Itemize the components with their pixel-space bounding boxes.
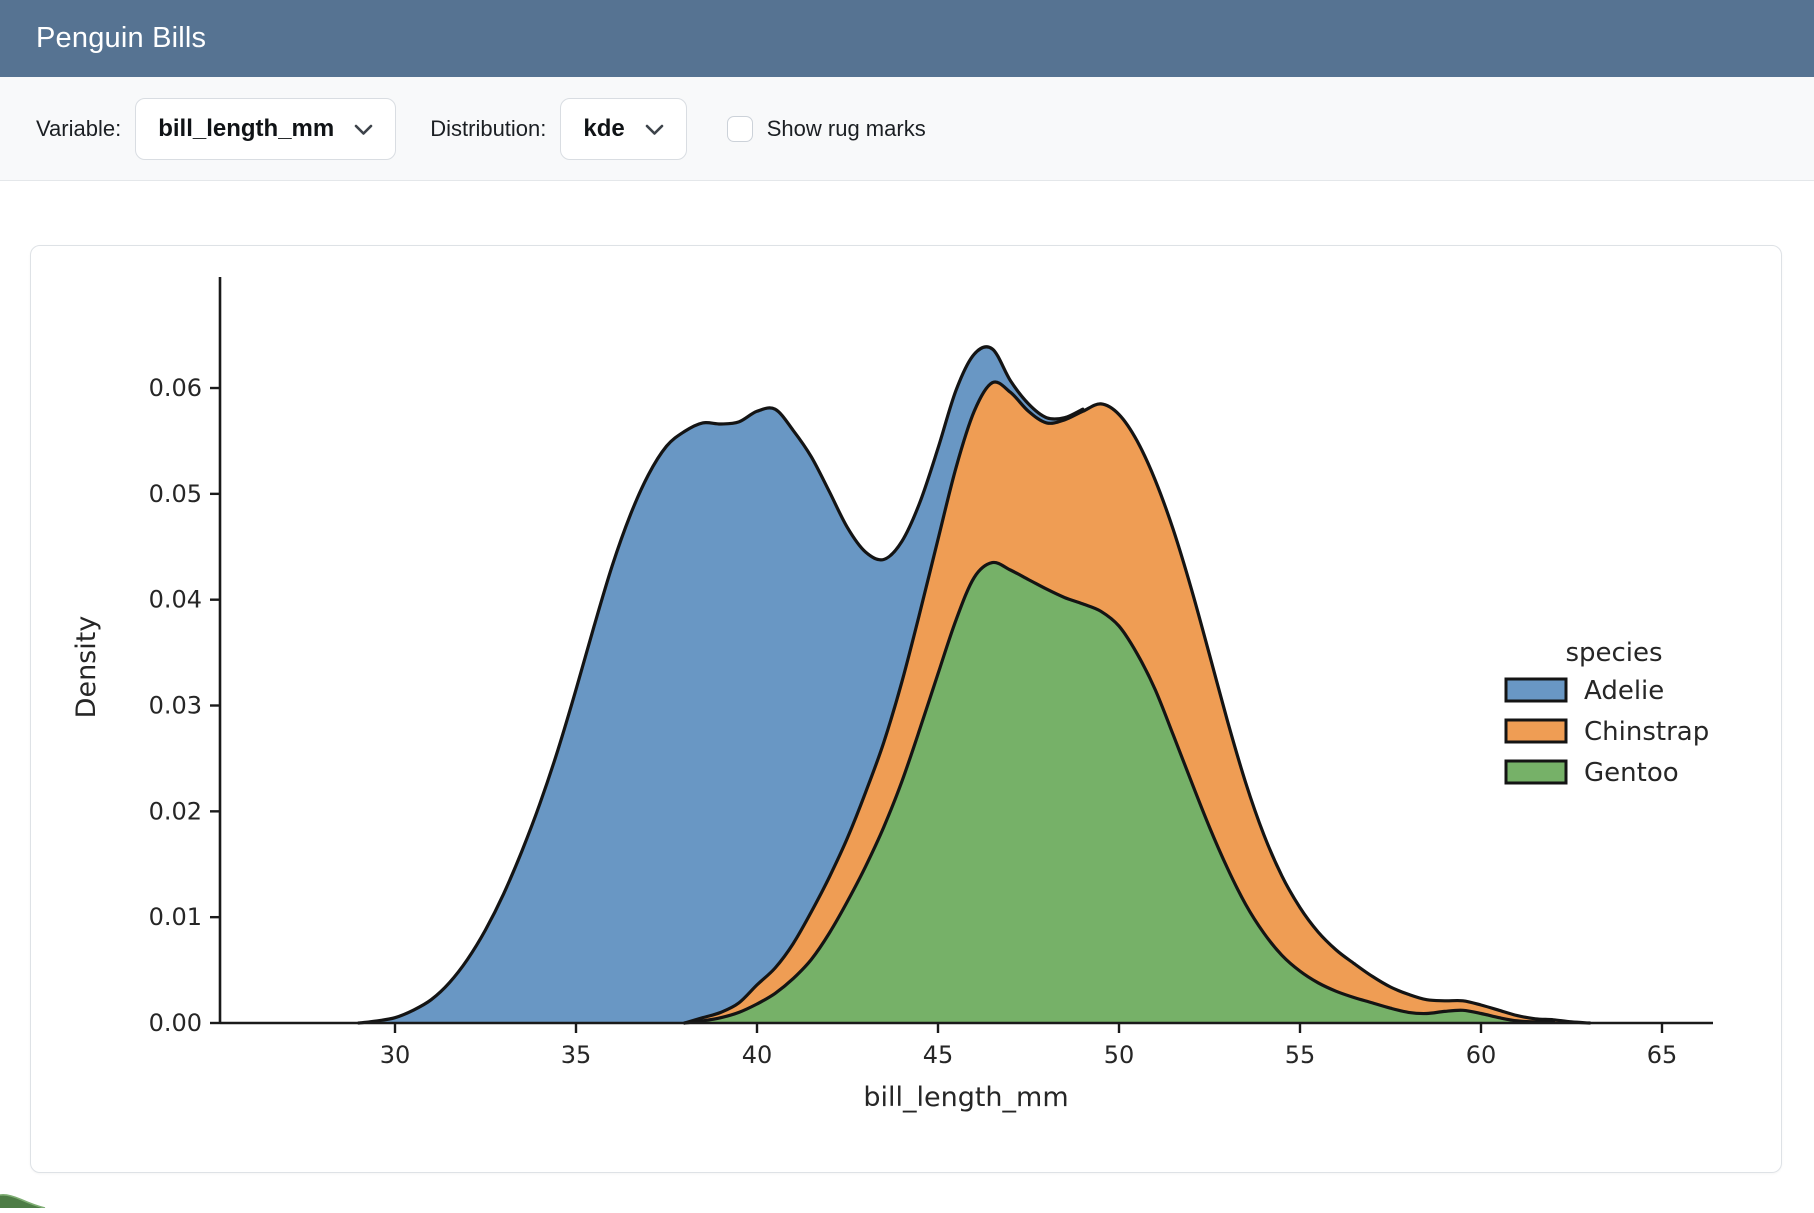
x-axis-label: bill_length_mm [863,1082,1068,1113]
kde-plot-svg: 30 35 40 45 50 55 60 65 0.00 0.01 0.02 0.03 0.04 0.05… [31,246,1781,1172]
x-tick-label: 45 [923,1041,954,1069]
legend-label-adelie: Adelie [1584,676,1664,706]
app-header: Penguin Bills [0,0,1814,77]
variable-label: Variable: [36,116,121,142]
page-title: Penguin Bills [36,22,206,55]
x-tick-label: 60 [1466,1041,1497,1069]
legend-label-gentoo: Gentoo [1584,758,1679,788]
distribution-label: Distribution: [430,116,546,142]
variable-select[interactable]: bill_length_mm [135,98,396,160]
rug-control: Show rug marks [727,116,926,142]
chevron-down-icon [645,124,664,136]
x-tick-label: 30 [380,1041,411,1069]
y-tick-label: 0.02 [149,797,202,825]
legend-swatch-chinstrap [1506,720,1566,742]
x-tick-label: 35 [561,1041,592,1069]
y-axis-label: Density [71,616,102,719]
corner-decoration [0,1184,70,1208]
legend-swatch-adelie [1506,679,1566,701]
y-tick-label: 0.03 [149,692,202,720]
show-rug-label: Show rug marks [767,116,926,142]
x-tick-label: 55 [1285,1041,1316,1069]
y-tick-label: 0.06 [149,374,202,402]
distribution-select-value: kde [583,115,624,143]
control-toolbar: Variable: bill_length_mm Distribution: k… [0,77,1814,181]
legend: species Adelie Chinstrap Gentoo [1506,638,1709,788]
y-tick-label: 0.00 [149,1009,202,1037]
y-tick-label: 0.01 [149,903,202,931]
legend-swatch-gentoo [1506,761,1566,783]
distribution-select[interactable]: kde [560,98,686,160]
x-tick-label: 65 [1647,1041,1678,1069]
x-tick-label: 50 [1104,1041,1135,1069]
x-tick-label: 40 [742,1041,773,1069]
y-tick-label: 0.05 [149,480,202,508]
legend-label-chinstrap: Chinstrap [1584,717,1709,747]
show-rug-checkbox[interactable] [727,116,753,142]
plot-card: 30 35 40 45 50 55 60 65 0.00 0.01 0.02 0.03 0.04 0.05… [30,245,1782,1173]
legend-title: species [1565,638,1662,668]
chevron-down-icon [354,124,373,136]
y-tick-label: 0.04 [149,586,202,614]
variable-select-value: bill_length_mm [158,115,334,143]
kde-plot: 30 35 40 45 50 55 60 65 0.00 0.01 0.02 0.03 0.04 0.05… [31,246,1781,1172]
